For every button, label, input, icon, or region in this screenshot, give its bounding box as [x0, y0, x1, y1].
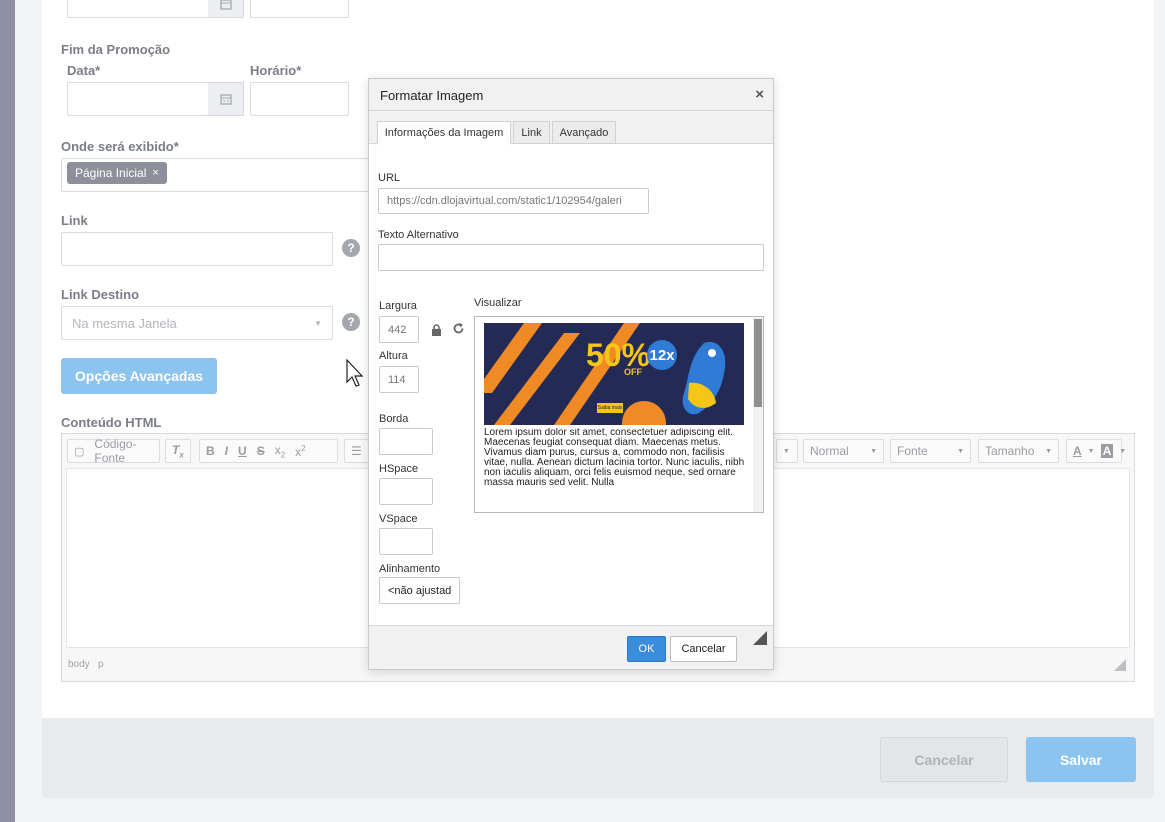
document-icon: ▢ — [74, 445, 85, 458]
text-color-icon[interactable]: A — [1073, 444, 1082, 458]
bold-icon[interactable]: B — [206, 444, 215, 458]
ok-button[interactable]: OK — [627, 636, 666, 662]
source-code-label: Código-Fonte — [94, 437, 137, 465]
hspace-label: HSpace — [379, 463, 419, 475]
superscript-icon[interactable]: x2 — [295, 444, 305, 459]
banner-off: OFF — [624, 367, 642, 377]
font-select-value: Fonte — [897, 444, 928, 458]
source-code-button[interactable]: ▢ Código-Fonte — [67, 437, 160, 465]
lock-ratio-icon[interactable] — [431, 323, 442, 341]
preview-text: Lorem ipsum dolor sit amet, consectetuer… — [484, 428, 745, 488]
html-content-label: Conteúdo HTML — [61, 415, 162, 430]
chevron-down-icon: ▼ — [314, 318, 322, 328]
border-label: Borda — [379, 413, 409, 425]
preview-label: Visualizar — [474, 297, 522, 309]
border-input[interactable] — [379, 428, 433, 455]
dialog-cancel-button[interactable]: Cancelar — [670, 636, 737, 662]
chevron-down-icon: ▼ — [870, 447, 877, 455]
help-icon[interactable]: ? — [342, 313, 360, 331]
start-time-input[interactable] — [250, 0, 349, 18]
calendar-icon[interactable] — [208, 0, 244, 18]
start-date-input[interactable] — [67, 0, 209, 18]
size-select[interactable]: Tamanho ▼ — [978, 439, 1059, 463]
resize-handle-icon[interactable] — [1114, 659, 1126, 671]
cancel-button[interactable]: Cancelar — [880, 737, 1008, 782]
close-icon[interactable]: × — [755, 86, 764, 103]
numbered-list-icon: ☰ — [351, 444, 362, 458]
display-tag: Página Inicial × — [67, 162, 167, 184]
width-label: Largura — [379, 300, 417, 312]
height-input[interactable]: 114 — [379, 366, 419, 393]
alignment-label: Alinhamento — [379, 563, 441, 575]
end-date-label: Data* — [67, 63, 101, 78]
vspace-label: VSpace — [379, 513, 418, 525]
mouse-cursor-icon — [346, 358, 364, 387]
background-color-icon[interactable]: A — [1100, 444, 1114, 458]
vspace-input[interactable] — [379, 528, 433, 555]
tab-link[interactable]: Link — [513, 121, 550, 144]
tab-image-info[interactable]: Informações da Imagem — [377, 121, 511, 145]
dialog-resize-icon[interactable] — [753, 631, 767, 645]
width-input[interactable]: 442 — [379, 316, 419, 343]
dialog-title: Formatar Imagem — [369, 79, 773, 111]
display-tag-label: Página Inicial — [75, 166, 147, 180]
banner-installments: 12x — [647, 340, 677, 370]
url-input[interactable]: https://cdn.dlojavirtual.com/static1/102… — [378, 188, 649, 214]
reset-size-icon[interactable] — [452, 322, 465, 340]
preview-scrollbar[interactable] — [753, 317, 763, 512]
chevron-down-icon: ▼ — [957, 447, 964, 455]
format-select-value: Normal — [810, 444, 849, 458]
remove-format-icon: Tx — [172, 442, 184, 460]
preview-banner-image: 50% OFF 12x Saiba mais — [484, 323, 744, 425]
link-target-select[interactable]: Na mesma Janela ▼ — [61, 306, 333, 340]
end-promotion-heading: Fim da Promoção — [61, 42, 171, 57]
subscript-icon[interactable]: x2 — [275, 443, 285, 459]
remove-tag-icon[interactable]: × — [152, 167, 158, 179]
size-select-value: Tamanho — [985, 444, 1035, 458]
path-item[interactable]: p — [98, 659, 104, 670]
chevron-down-icon: ▼ — [783, 447, 790, 455]
height-label: Altura — [379, 350, 408, 362]
color-group: A ▼ A ▼ — [1066, 439, 1126, 463]
advanced-options-button[interactable]: Opções Avançadas — [61, 358, 217, 394]
chevron-down-icon: ▼ — [1119, 447, 1127, 455]
save-button[interactable]: Salvar — [1026, 737, 1136, 782]
styles-dropdown-arrow[interactable]: ▼ — [776, 439, 798, 463]
end-time-input[interactable] — [250, 82, 349, 116]
format-image-dialog: Formatar Imagem × Informações da Imagem … — [368, 78, 774, 670]
element-path: body p — [68, 659, 104, 670]
strike-icon[interactable]: S — [257, 444, 265, 458]
italic-icon[interactable]: I — [225, 444, 228, 458]
link-label: Link — [61, 213, 88, 228]
scrollbar-thumb[interactable] — [754, 319, 762, 407]
banner-cta: Saiba mais — [597, 403, 623, 413]
end-date-input[interactable] — [67, 82, 209, 116]
chevron-down-icon: ▼ — [1045, 447, 1052, 455]
remove-format-button[interactable]: Tx — [165, 439, 191, 463]
dialog-footer: OK Cancelar — [369, 625, 773, 669]
alt-text-input[interactable] — [378, 244, 764, 271]
underline-icon[interactable]: U — [238, 444, 247, 458]
alignment-select[interactable]: <não ajustad — [379, 577, 460, 604]
alt-text-label: Texto Alternativo — [378, 229, 459, 241]
help-icon[interactable]: ? — [342, 239, 360, 257]
hspace-input[interactable] — [379, 478, 433, 505]
link-target-label: Link Destino — [61, 287, 140, 302]
image-preview: 50% OFF 12x Saiba mais Lorem ipsum dolor… — [474, 316, 764, 513]
path-item[interactable]: body — [68, 659, 90, 670]
format-select[interactable]: Normal ▼ — [803, 439, 884, 463]
link-target-value: Na mesma Janela — [72, 315, 177, 331]
font-select[interactable]: Fonte ▼ — [890, 439, 971, 463]
display-location-label: Onde será exibido* — [61, 139, 179, 154]
basic-styles-group: B I U S x2 x2 — [199, 439, 338, 463]
end-time-label: Horário* — [250, 63, 302, 78]
left-sidebar-strip — [0, 0, 15, 822]
chevron-down-icon: ▼ — [1087, 447, 1095, 455]
link-input[interactable] — [61, 232, 333, 266]
url-label: URL — [378, 172, 401, 184]
calendar-icon[interactable] — [208, 82, 244, 116]
tab-advanced[interactable]: Avançado — [552, 121, 616, 144]
dialog-tabs: Informações da Imagem Link Avançado — [369, 111, 773, 145]
